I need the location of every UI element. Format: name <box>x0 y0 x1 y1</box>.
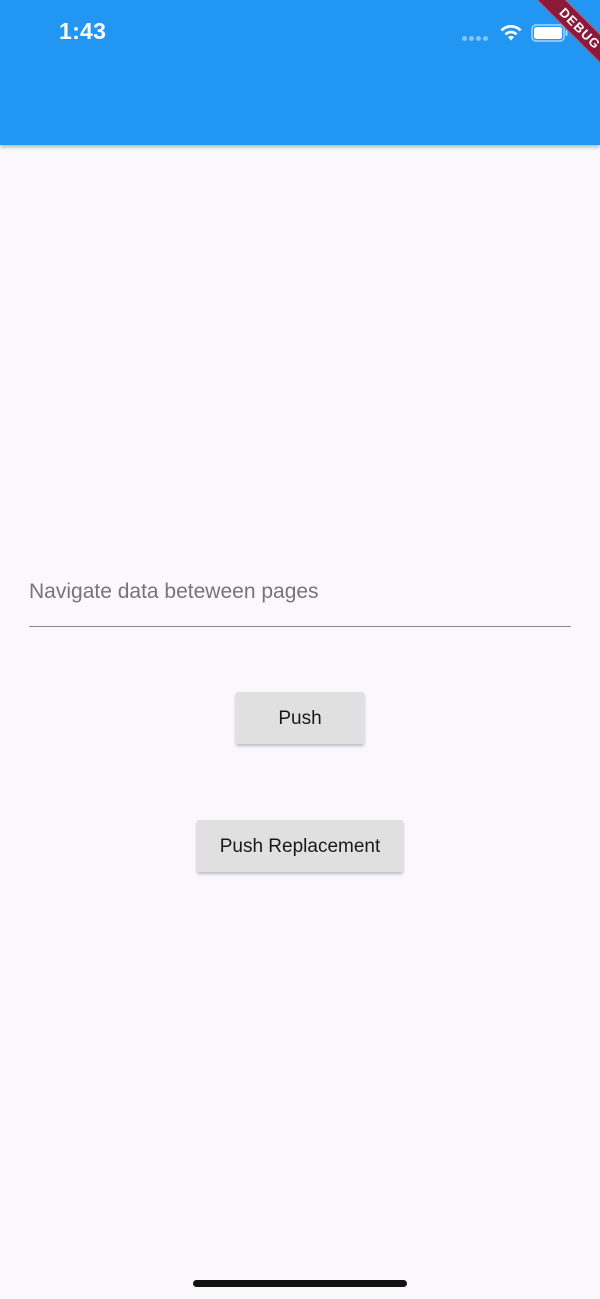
debug-banner-label: DEBUG <box>530 0 600 79</box>
navigate-data-text-field[interactable] <box>29 570 571 627</box>
navigate-data-input[interactable] <box>29 580 571 604</box>
push-replacement-button[interactable]: Push Replacement <box>197 820 403 872</box>
debug-banner: DEBUG <box>510 0 600 90</box>
home-indicator[interactable] <box>193 1280 407 1287</box>
status-time: 1:43 <box>59 18 107 44</box>
push-button[interactable]: Push <box>236 692 364 744</box>
signal-dots-icon <box>462 36 492 42</box>
